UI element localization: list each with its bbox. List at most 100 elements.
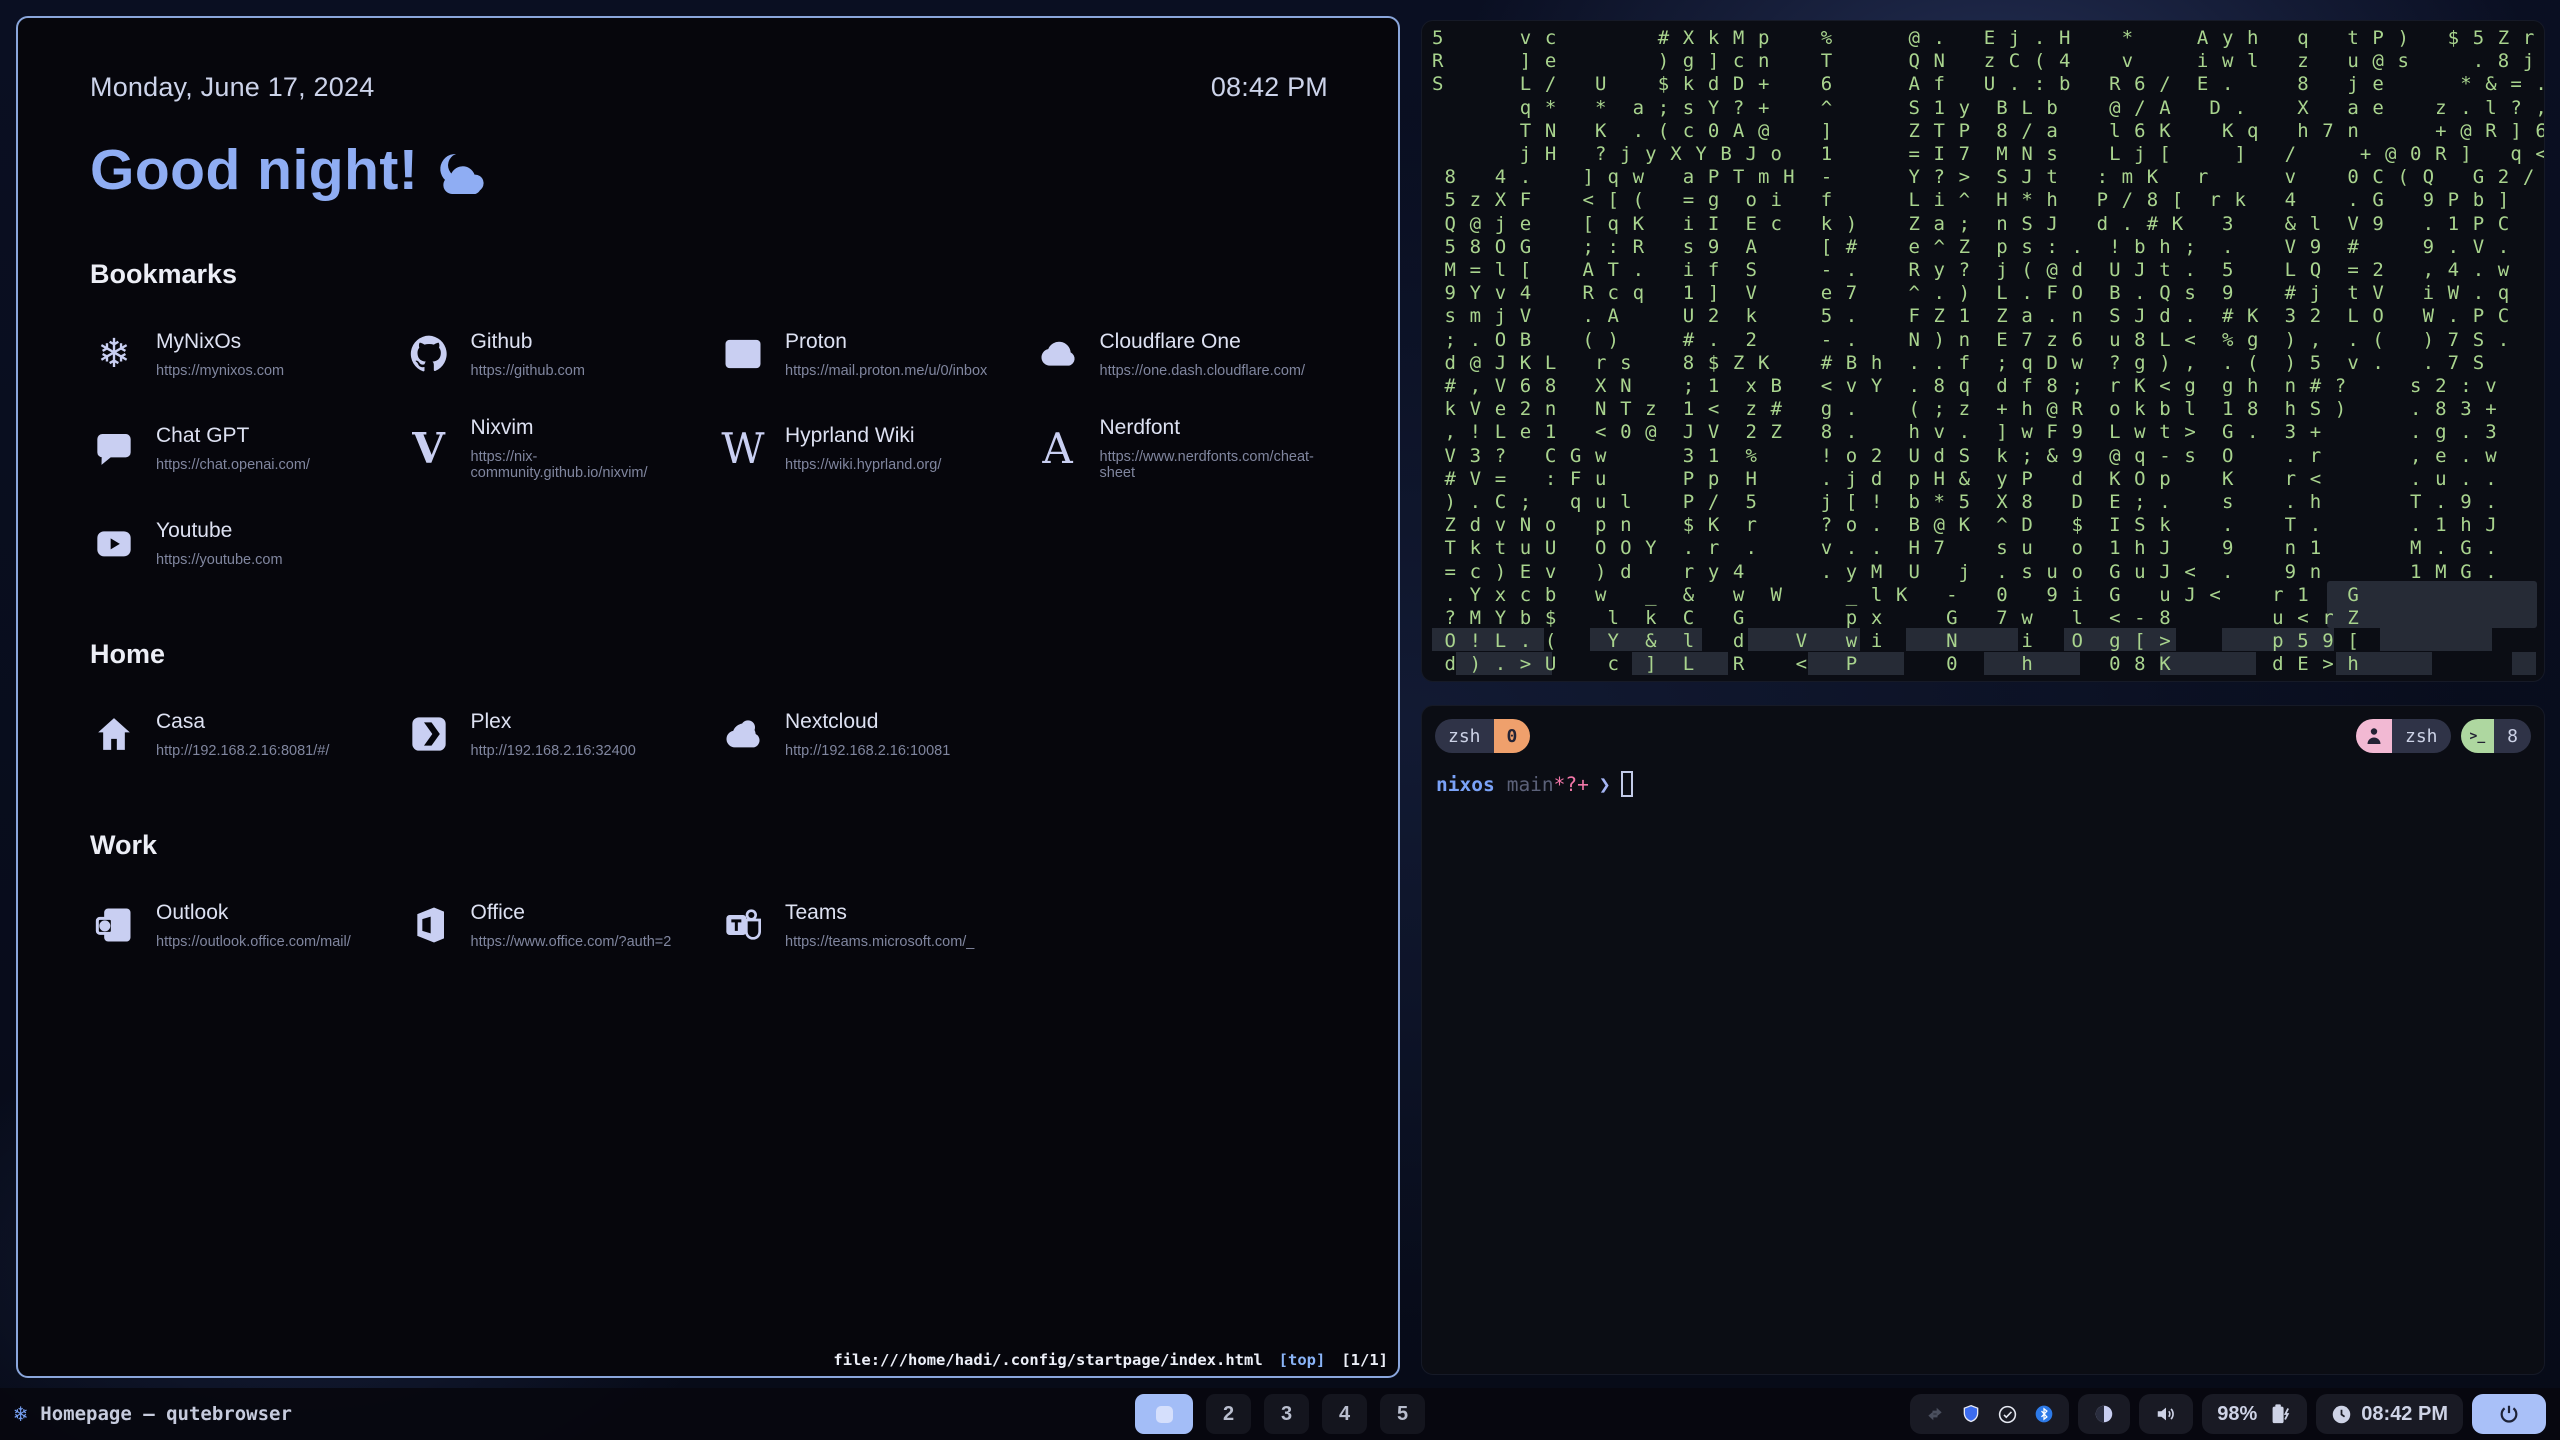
bookmark-github[interactable]: Github https://github.com bbox=[405, 328, 700, 380]
bookmark-url: https://www.nerdfonts.com/cheat-sheet bbox=[1100, 449, 1329, 481]
qutebrowser-statusbar: file:///home/hadi/.config/startpage/inde… bbox=[18, 1348, 1398, 1376]
terminal-matrix-window[interactable]: 5 v c # X k M p % @ . E j . H * A y h q … bbox=[1421, 20, 2545, 682]
bookmark-casa[interactable]: Casa http://192.168.2.16:8081/#/ bbox=[90, 708, 385, 760]
bookmark-nerdfont[interactable]: A Nerdfont https://www.nerdfonts.com/che… bbox=[1034, 416, 1329, 481]
date-text: Monday, June 17, 2024 bbox=[90, 72, 374, 103]
statusbar-scroll-position: [top] bbox=[1279, 1351, 1326, 1369]
prompt-char: ❯ bbox=[1599, 773, 1611, 796]
bookmark-youtube[interactable]: Youtube https://youtube.com bbox=[90, 517, 385, 569]
workspace-4[interactable]: 4 bbox=[1322, 1394, 1367, 1434]
bookmark-proton[interactable]: Proton https://mail.proton.me/u/0/inbox bbox=[719, 328, 1014, 380]
shield-icon[interactable] bbox=[1961, 1403, 1981, 1425]
terminal-icon: >_ bbox=[2461, 719, 2495, 753]
cloud-icon bbox=[719, 708, 767, 760]
bookmark-nixvim[interactable]: V Nixvim https://nix-community.github.io… bbox=[405, 416, 700, 481]
bookmark-title: Nextcloud bbox=[785, 710, 950, 734]
power-button[interactable] bbox=[2472, 1394, 2546, 1434]
user-icon bbox=[2356, 719, 2392, 753]
active-workspace-indicator bbox=[1156, 1406, 1173, 1423]
battery-charging-icon bbox=[2266, 1403, 2292, 1425]
active-window-title: Homepage — qutebrowser bbox=[40, 1403, 292, 1425]
statusbar-url: file:///home/hadi/.config/startpage/inde… bbox=[833, 1351, 1262, 1369]
volume-icon bbox=[2154, 1403, 2178, 1425]
qutebrowser-window[interactable]: Monday, June 17, 2024 08:42 PM Good nigh… bbox=[16, 16, 1400, 1378]
bookmark-url: http://192.168.2.16:32400 bbox=[471, 743, 636, 759]
clock-pill[interactable]: 08:42 PM bbox=[2316, 1394, 2463, 1434]
startpage: Monday, June 17, 2024 08:42 PM Good nigh… bbox=[18, 18, 1398, 1348]
bookmark-title: Github bbox=[471, 330, 585, 354]
nixos-logo-icon: ❄ bbox=[14, 1402, 27, 1427]
office-icon bbox=[405, 899, 453, 951]
greeting-text: Good night! bbox=[90, 137, 418, 203]
active-window-module[interactable]: ❄ Homepage — qutebrowser bbox=[14, 1402, 292, 1427]
nixvim-v-icon: V bbox=[405, 423, 453, 475]
workspace-3[interactable]: 3 bbox=[1264, 1394, 1309, 1434]
bookmark-url: https://one.dash.cloudflare.com/ bbox=[1100, 363, 1306, 379]
bookmark-title: Office bbox=[471, 901, 672, 925]
tmux-window-index-badge[interactable]: 0 bbox=[1494, 719, 1531, 753]
youtube-icon bbox=[90, 517, 138, 569]
night-light-icon bbox=[2093, 1403, 2115, 1425]
clock-text: 08:42 PM bbox=[2361, 1403, 2448, 1426]
bookmark-teams[interactable]: Teams https://teams.microsoft.com/_ bbox=[719, 899, 1014, 951]
github-icon bbox=[405, 328, 453, 380]
bookmark-cloudflare-one[interactable]: Cloudflare One https://one.dash.cloudfla… bbox=[1034, 328, 1329, 380]
bookmark-url: https://www.office.com/?auth=2 bbox=[471, 934, 672, 950]
tmux-window-name[interactable]: zsh bbox=[1435, 719, 1494, 753]
bookmark-title: Proton bbox=[785, 330, 987, 354]
bookmark-title: MyNixOs bbox=[156, 330, 284, 354]
time-text: 08:42 PM bbox=[1211, 72, 1328, 103]
cloud-moon-icon bbox=[434, 152, 490, 196]
bookmark-title: Hyprland Wiki bbox=[785, 424, 941, 448]
workspace-1-active[interactable] bbox=[1135, 1394, 1193, 1434]
bookmark-url: https://mynixos.com bbox=[156, 363, 284, 379]
bookmark-nextcloud[interactable]: Nextcloud http://192.168.2.16:10081 bbox=[719, 708, 1014, 760]
volume-pill[interactable] bbox=[2139, 1394, 2193, 1434]
home-icon bbox=[90, 708, 138, 760]
clock-icon bbox=[2331, 1404, 2352, 1425]
chat-bubble-icon bbox=[90, 423, 138, 475]
nix-snowflake-icon: ❄ bbox=[90, 328, 138, 380]
tmux-session-name: zsh bbox=[2392, 719, 2451, 753]
bookmark-url: https://wiki.hyprland.org/ bbox=[785, 457, 941, 473]
plex-icon bbox=[405, 708, 453, 760]
bookmark-title: Nixvim bbox=[471, 416, 700, 440]
bookmark-url: https://nix-community.github.io/nixvim/ bbox=[471, 449, 700, 481]
teams-icon bbox=[719, 899, 767, 951]
bluetooth-icon[interactable] bbox=[2034, 1404, 2054, 1424]
prompt-git-branch: main bbox=[1507, 773, 1554, 796]
bookmark-url: https://outlook.office.com/mail/ bbox=[156, 934, 351, 950]
system-tray-area: 98% 08:42 PM bbox=[1910, 1394, 2546, 1434]
bookmark-office[interactable]: Office https://www.office.com/?auth=2 bbox=[405, 899, 700, 951]
bookmark-hyprland-wiki[interactable]: W Hyprland Wiki https://wiki.hyprland.or… bbox=[719, 416, 1014, 481]
workspace-5[interactable]: 5 bbox=[1380, 1394, 1425, 1434]
bookmark-title: Nerdfont bbox=[1100, 416, 1329, 440]
shell-prompt[interactable]: nixos main *?+ ❯ bbox=[1436, 771, 2544, 797]
sync-arrows-icon[interactable] bbox=[1925, 1404, 1945, 1424]
bookmark-chatgpt[interactable]: Chat GPT https://chat.openai.com/ bbox=[90, 416, 385, 481]
bookmark-url: https://mail.proton.me/u/0/inbox bbox=[785, 363, 987, 379]
bookmark-title: Youtube bbox=[156, 519, 283, 543]
bookmark-url: https://teams.microsoft.com/_ bbox=[785, 934, 974, 950]
workspace-2[interactable]: 2 bbox=[1206, 1394, 1251, 1434]
bookmark-plex[interactable]: Plex http://192.168.2.16:32400 bbox=[405, 708, 700, 760]
section-title-home: Home bbox=[90, 639, 1328, 670]
wiki-w-icon: W bbox=[719, 423, 767, 475]
tray-icons-pill bbox=[1910, 1394, 2069, 1434]
matrix-rain-text: 5 v c # X k M p % @ . E j . H * A y h q … bbox=[1432, 27, 2544, 677]
bookmark-title: Plex bbox=[471, 710, 636, 734]
letter-a-icon: A bbox=[1034, 423, 1082, 475]
bookmark-mynixos[interactable]: ❄ MyNixOs https://mynixos.com bbox=[90, 328, 385, 380]
bookmark-title: Chat GPT bbox=[156, 424, 310, 448]
bookmark-title: Outlook bbox=[156, 901, 351, 925]
bookmark-outlook[interactable]: Outlook https://outlook.office.com/mail/ bbox=[90, 899, 385, 951]
check-circle-icon[interactable] bbox=[1997, 1404, 2018, 1425]
battery-pill[interactable]: 98% bbox=[2202, 1394, 2307, 1434]
bookmark-url: http://192.168.2.16:8081/#/ bbox=[156, 743, 329, 759]
section-title-bookmarks: Bookmarks bbox=[90, 259, 1328, 290]
terminal-shell-window[interactable]: zsh 0 zsh >_ 8 nixos main *?+ ❯ bbox=[1421, 705, 2545, 1375]
night-light-pill[interactable] bbox=[2078, 1394, 2130, 1434]
battery-percentage: 98% bbox=[2217, 1403, 2257, 1426]
statusbar-tab-count: [1/1] bbox=[1341, 1351, 1388, 1369]
power-icon bbox=[2498, 1403, 2520, 1425]
